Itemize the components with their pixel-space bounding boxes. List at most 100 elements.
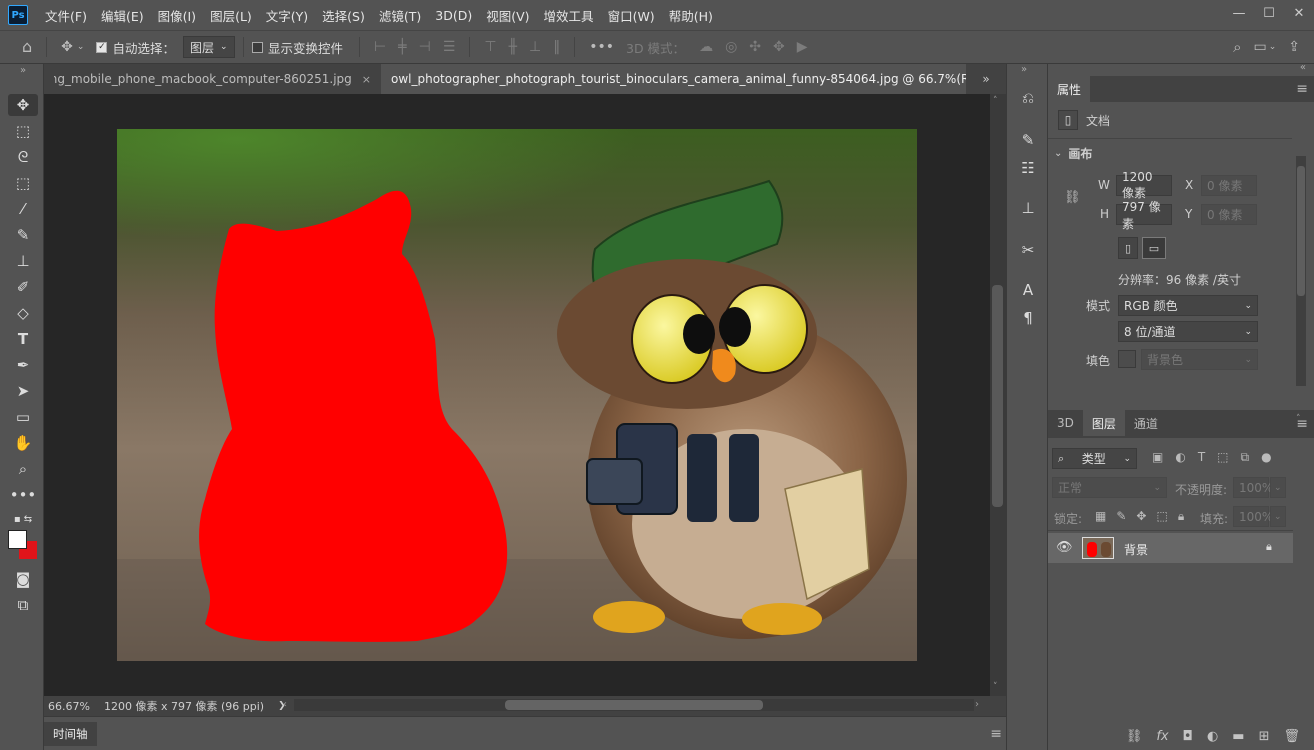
lock-artboard-icon[interactable]: ⬚ <box>1156 509 1167 524</box>
adjustments-icon[interactable]: ☷ <box>1015 156 1041 180</box>
close-icon[interactable]: × <box>362 73 371 86</box>
filter-smart-object-icon[interactable]: ⧉ <box>1241 450 1250 465</box>
orbit-3d-icon[interactable]: ☁ <box>699 40 713 54</box>
eye-icon[interactable]: 👁︎ <box>1056 540 1073 555</box>
filter-toggle-icon[interactable]: ● <box>1261 450 1271 465</box>
landscape-orientation-icon[interactable]: ▭ <box>1142 237 1166 259</box>
panel-menu-icon[interactable]: ≡ <box>990 727 1002 741</box>
show-transform-checkbox[interactable] <box>251 41 263 53</box>
swap-colors-icon[interactable]: ▪ ⇆ <box>8 512 38 526</box>
menu-help[interactable]: 帮助(H) <box>662 6 720 25</box>
lock-position-icon[interactable]: ✥ <box>1136 509 1146 524</box>
eraser-tool-icon[interactable]: ◇ <box>8 302 38 324</box>
opacity-field[interactable]: 100% <box>1233 477 1273 498</box>
chevron-down-icon[interactable]: ⌄ <box>1270 477 1286 498</box>
scroll-up-icon[interactable]: ˄ <box>1296 414 1301 424</box>
align-bottom-icon[interactable]: ⊥ <box>529 40 541 54</box>
align-hcenter-icon[interactable]: ╪ <box>398 40 406 54</box>
tab-layers[interactable]: 图层 <box>1082 410 1125 436</box>
filter-adjustment-icon[interactable]: ◐ <box>1175 450 1185 465</box>
character-icon[interactable]: A <box>1015 278 1041 302</box>
trash-icon[interactable]: 🗑︎ <box>1283 729 1300 744</box>
zoom-tool-icon[interactable]: ⌕ <box>8 458 38 480</box>
slide-3d-icon[interactable]: ✥ <box>773 40 785 54</box>
tab-overflow-icon[interactable]: » <box>966 64 1006 94</box>
quick-mask-icon[interactable]: ◙ <box>8 568 38 590</box>
paragraph-icon[interactable]: ¶ <box>1015 306 1041 330</box>
type-tool-icon[interactable]: T <box>8 328 38 350</box>
scroll-left-icon[interactable]: ‹ <box>283 699 287 710</box>
chevron-down-icon[interactable]: ⌄ <box>1269 42 1277 52</box>
stamp-tool-icon[interactable]: ⊥ <box>8 250 38 272</box>
collapse-icon[interactable]: « <box>1300 62 1306 73</box>
tab-document-1[interactable]: ss_working_mobile_phone_macbook_computer… <box>44 64 381 94</box>
tab-channels[interactable]: 通道 <box>1125 410 1167 436</box>
brush-tool-icon[interactable]: ✎ <box>8 224 38 246</box>
move-tool-icon[interactable]: ✥ <box>8 94 38 116</box>
color-mode-select[interactable]: RGB 颜色 ⌄ <box>1118 295 1258 316</box>
eyedropper-tool-icon[interactable]: ⁄ <box>8 198 38 220</box>
align-right-icon[interactable]: ⊣ <box>419 40 431 54</box>
filter-type-icon[interactable]: T <box>1198 450 1205 465</box>
chevron-down-icon[interactable]: ⌄ <box>1270 506 1286 527</box>
x-field[interactable]: 0 像素 <box>1201 175 1257 196</box>
workspace-icon[interactable]: ▭ <box>1253 40 1266 54</box>
horizontal-scroll-thumb[interactable] <box>505 700 763 710</box>
menu-type[interactable]: 文字(Y) <box>259 6 315 25</box>
more-options-icon[interactable]: ••• <box>589 40 614 54</box>
pen-tool-icon[interactable]: ✒ <box>8 354 38 376</box>
layer-name[interactable]: 背景 <box>1124 541 1148 558</box>
new-layer-icon[interactable]: ⊞ <box>1259 729 1270 744</box>
tab-document-2[interactable]: owl_photographer_photograph_tourist_bino… <box>381 64 966 94</box>
lock-pixels-icon[interactable]: ✎ <box>1116 509 1126 524</box>
bit-depth-select[interactable]: 8 位/通道 ⌄ <box>1118 321 1258 342</box>
object-select-tool-icon[interactable]: ⬚ <box>8 172 38 194</box>
tab-timeline[interactable]: 时间轴 <box>44 721 97 746</box>
filter-pixel-icon[interactable]: ▣ <box>1152 450 1163 465</box>
height-field[interactable]: 797 像素 <box>1116 200 1172 231</box>
align-left-icon[interactable]: ⊢ <box>374 40 386 54</box>
fill-color-swatch[interactable] <box>1118 350 1136 368</box>
new-group-icon[interactable]: ▬ <box>1232 729 1244 744</box>
fx-icon[interactable]: fx <box>1156 729 1168 744</box>
chevron-down-icon[interactable]: ⌄ <box>77 42 85 52</box>
menu-view[interactable]: 视图(V) <box>479 6 536 25</box>
brush-settings-icon[interactable]: ✎ <box>1015 128 1041 152</box>
history-brush-icon[interactable]: ✐ <box>8 276 38 298</box>
home-icon[interactable]: ⌂ <box>22 39 32 55</box>
minimize-button[interactable]: — <box>1224 0 1254 26</box>
camera-3d-icon[interactable]: ▶ <box>797 40 808 54</box>
path-select-tool-icon[interactable]: ➤ <box>8 380 38 402</box>
more-tools-icon[interactable]: ••• <box>8 484 38 506</box>
lock-icon[interactable]: 🔒︎ <box>1266 540 1272 554</box>
scroll-down-icon[interactable]: ˅ <box>993 682 998 692</box>
fill-field[interactable]: 100% <box>1233 506 1273 527</box>
hand-tool-icon[interactable]: ✋ <box>8 432 38 454</box>
move-tool-icon[interactable]: ✥ <box>61 40 73 54</box>
menu-select[interactable]: 选择(S) <box>315 6 372 25</box>
scroll-up-icon[interactable]: ˄ <box>993 96 998 106</box>
menu-file[interactable]: 文件(F) <box>38 6 94 25</box>
menu-edit[interactable]: 编辑(E) <box>94 6 151 25</box>
menu-layer[interactable]: 图层(L) <box>203 6 259 25</box>
add-mask-icon[interactable]: ◘ <box>1183 729 1193 744</box>
marquee-tool-icon[interactable]: ⬚ <box>8 120 38 142</box>
drag-3d-icon[interactable]: ✣ <box>749 40 761 54</box>
distribute-vertical-icon[interactable]: ☰ <box>443 40 456 54</box>
lock-transparent-icon[interactable]: ▦ <box>1095 509 1106 524</box>
document-image[interactable] <box>117 129 917 661</box>
zoom-level[interactable]: 66.67% <box>48 700 104 713</box>
link-layers-icon[interactable]: ⛓ <box>1126 729 1143 744</box>
auto-select-checkbox[interactable]: ✓ <box>96 41 108 53</box>
tab-properties[interactable]: 属性 <box>1048 76 1091 102</box>
align-top-icon[interactable]: ⊤ <box>484 40 496 54</box>
collapse-icon[interactable]: » <box>1021 64 1027 75</box>
lasso-tool-icon[interactable]: ᘓ <box>8 146 38 168</box>
menu-plugins[interactable]: 增效工具 <box>537 6 601 25</box>
chevron-down-icon[interactable]: ⌄ <box>1054 148 1062 159</box>
menu-filter[interactable]: 滤镜(T) <box>372 6 428 25</box>
screen-mode-icon[interactable]: ⧉ <box>8 594 38 616</box>
menu-image[interactable]: 图像(I) <box>151 6 203 25</box>
menu-window[interactable]: 窗口(W) <box>601 6 662 25</box>
link-icon[interactable]: ⛓ <box>1064 190 1081 205</box>
